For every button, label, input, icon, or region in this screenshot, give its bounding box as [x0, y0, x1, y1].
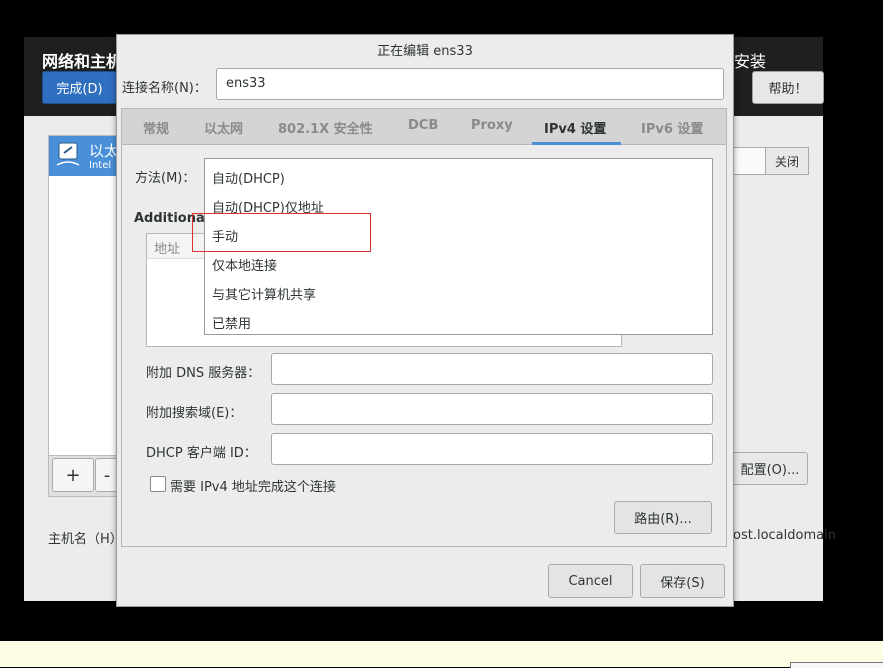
tab-8021x-security[interactable]: 802.1X 安全性: [278, 118, 373, 137]
connection-name-label: 连接名称(N)：: [122, 81, 207, 96]
add-connection-button[interactable]: +: [52, 458, 94, 492]
bottom-corner-panel: [790, 662, 883, 668]
network-item-title: 以太: [89, 142, 120, 160]
tab-proxy[interactable]: Proxy: [471, 118, 513, 133]
connection-name-input[interactable]: ens33: [216, 68, 724, 100]
tab-dcb[interactable]: DCB: [408, 118, 438, 133]
configure-button[interactable]: 配置(O)...: [733, 452, 808, 485]
method-option-shared[interactable]: 与其它计算机共享: [212, 284, 316, 303]
dhcp-client-id-input[interactable]: [271, 433, 713, 465]
installer-title-right: 安装: [734, 52, 767, 71]
network-list: [48, 135, 120, 497]
require-ipv4-label: 需要 IPv4 地址完成这个连接: [170, 480, 336, 495]
manual-option-highlight: [192, 213, 371, 252]
method-label: 方法(M)：: [135, 171, 196, 186]
tab-general[interactable]: 常规: [143, 118, 169, 137]
help-button[interactable]: 帮助！: [752, 71, 824, 104]
require-ipv4-checkbox[interactable]: [150, 476, 166, 492]
dns-servers-input[interactable]: [271, 353, 713, 385]
method-option-link-local[interactable]: 仅本地连接: [212, 255, 277, 274]
connection-toggle-track[interactable]: [733, 147, 766, 175]
search-domains-label: 附加搜索域(E)：: [146, 406, 243, 421]
cancel-button[interactable]: Cancel: [548, 564, 633, 598]
network-item-subtitle: Intel: [89, 160, 112, 171]
method-option-disabled[interactable]: 已禁用: [212, 313, 251, 332]
ethernet-icon: [56, 141, 80, 167]
tab-ethernet[interactable]: 以太网: [204, 118, 243, 137]
tab-ipv4-settings[interactable]: IPv4 设置: [544, 118, 606, 137]
dhcp-client-id-label: DHCP 客户端 ID：: [146, 446, 257, 461]
done-button[interactable]: 完成(D): [42, 71, 117, 104]
routes-button[interactable]: 路由(R)...: [614, 501, 712, 534]
method-option-dhcp[interactable]: 自动(DHCP): [212, 168, 285, 187]
search-domains-input[interactable]: [271, 393, 713, 425]
hostname-label: 主机名（H）: [48, 532, 123, 547]
tab-ipv6-settings[interactable]: IPv6 设置: [641, 118, 703, 137]
hostname-value: ost.localdomain: [733, 528, 836, 543]
address-column-header: 地址: [154, 242, 181, 257]
save-button[interactable]: 保存(S): [640, 564, 725, 598]
dns-servers-label: 附加 DNS 服务器：: [146, 366, 261, 381]
dialog-title: 正在编辑 ens33: [377, 44, 473, 59]
bottom-status-bar: [0, 641, 883, 667]
installer-title: 网络和主机: [42, 52, 123, 71]
connection-toggle[interactable]: 关闭: [765, 147, 809, 175]
